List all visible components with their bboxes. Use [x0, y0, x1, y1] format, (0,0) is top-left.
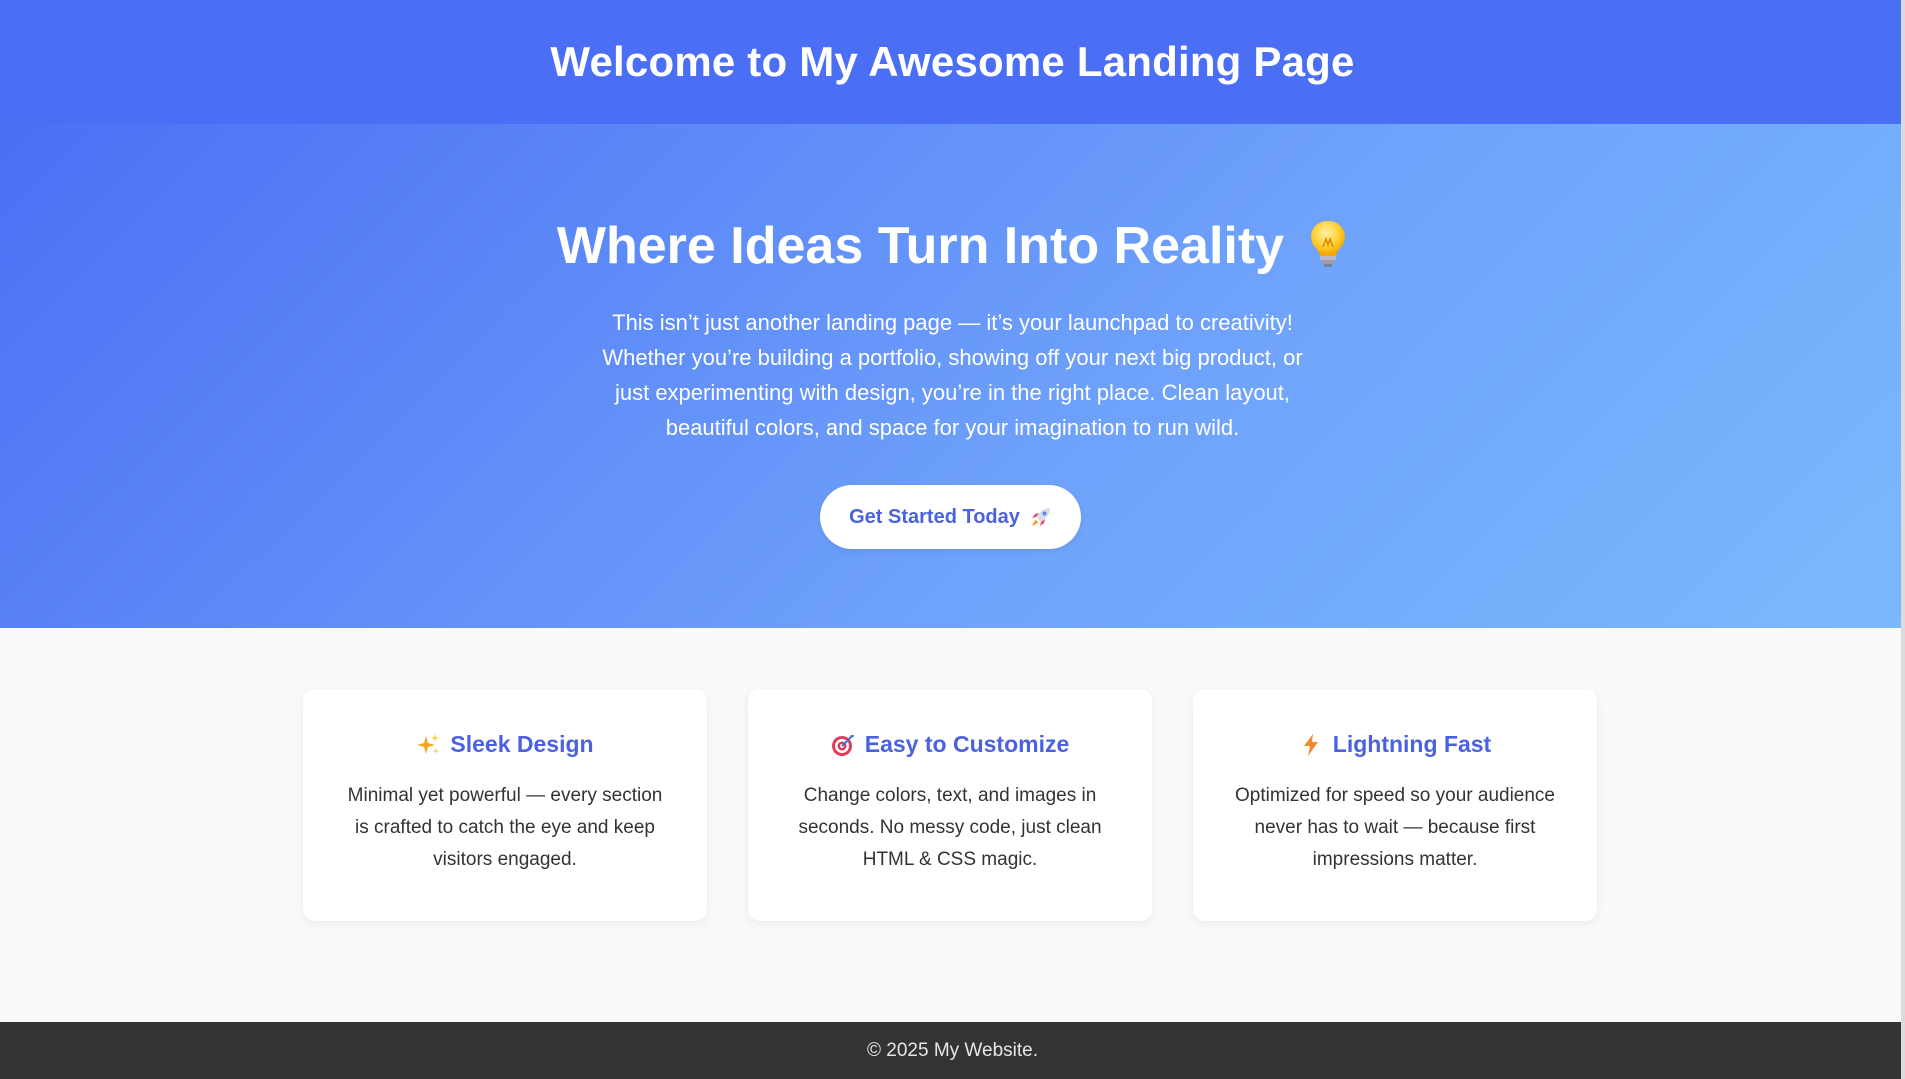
- site-footer: © 2025 My Website.: [0, 1022, 1905, 1079]
- landing-page: Welcome to My Awesome Landing Page Where…: [0, 0, 1905, 1079]
- feature-title: Lightning Fast: [1332, 731, 1492, 757]
- site-header: Welcome to My Awesome Landing Page: [0, 0, 1905, 124]
- get-started-button[interactable]: Get Started Today: [820, 485, 1081, 549]
- feature-description: Optimized for speed so your audience nev…: [1234, 785, 1555, 870]
- page-scrollbar[interactable]: [1901, 0, 1905, 1079]
- feature-title: Easy to Customize: [864, 731, 1070, 757]
- feature-title-row: Easy to Customize: [788, 731, 1112, 758]
- hero-section: Where Ideas Turn Into Reality This isn’t…: [0, 124, 1905, 628]
- lightning-icon: [1299, 733, 1323, 757]
- feature-card-easy-to-customize: Easy to Customize Change colors, text, a…: [748, 689, 1152, 921]
- sparkles-icon: [416, 733, 440, 757]
- features-section: Sleek Design Minimal yet powerful — ever…: [0, 628, 1905, 1022]
- hero-title: Where Ideas Turn Into Reality: [556, 217, 1285, 275]
- lightbulb-icon: [1308, 219, 1348, 269]
- feature-description: Change colors, text, and images in secon…: [798, 785, 1102, 870]
- feature-card-lightning-fast: Lightning Fast Optimized for speed so yo…: [1193, 689, 1597, 921]
- hero-title-row: Where Ideas Turn Into Reality: [0, 216, 1905, 276]
- feature-card-sleek-design: Sleek Design Minimal yet powerful — ever…: [303, 689, 707, 921]
- feature-description: Minimal yet powerful — every section is …: [347, 785, 663, 870]
- get-started-label: Get Started Today: [849, 505, 1020, 528]
- feature-title-row: Lightning Fast: [1233, 731, 1557, 758]
- copyright-text: © 2025 My Website.: [867, 1039, 1038, 1061]
- target-icon: [831, 733, 855, 757]
- feature-title: Sleek Design: [450, 731, 594, 757]
- hero-description: This isn’t just another landing page — i…: [602, 310, 1303, 440]
- rocket-icon: [1030, 506, 1052, 528]
- feature-title-row: Sleek Design: [343, 731, 667, 758]
- page-title: Welcome to My Awesome Landing Page: [550, 38, 1355, 85]
